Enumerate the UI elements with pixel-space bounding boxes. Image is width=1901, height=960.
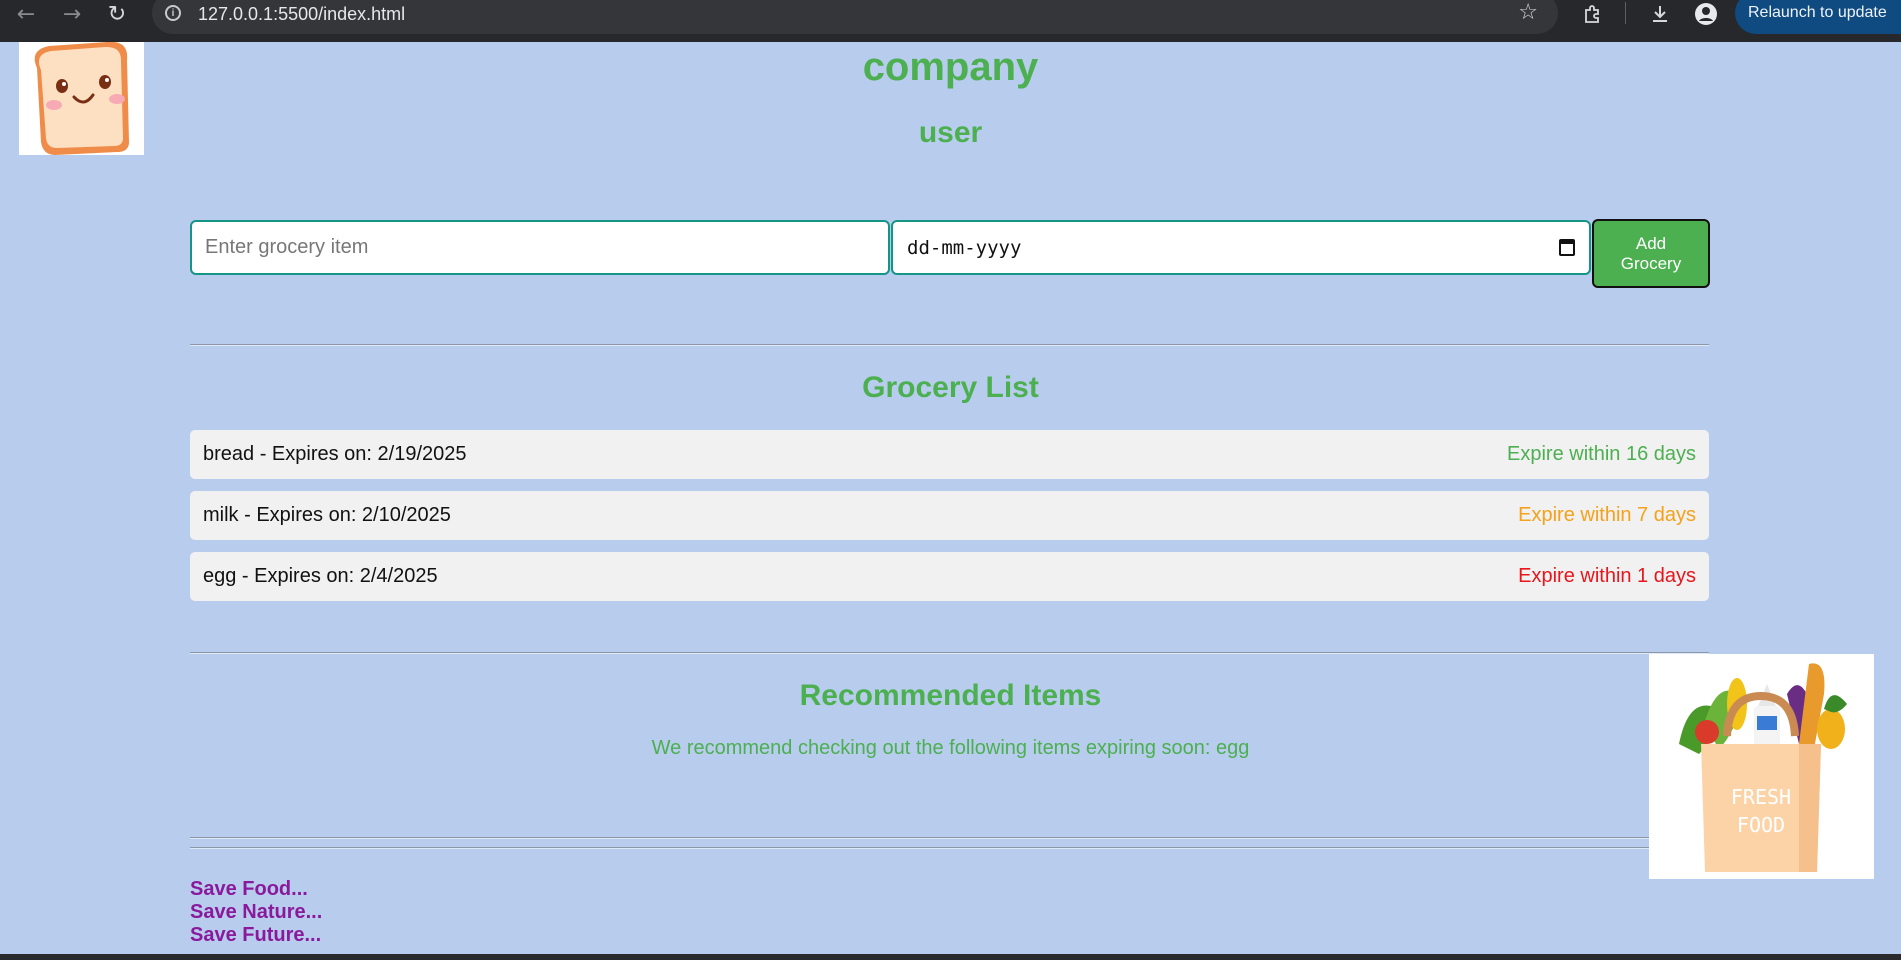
expiry-date-input[interactable]: dd-mm-yyyy (891, 220, 1591, 275)
date-placeholder: dd-mm-yyyy (907, 236, 1022, 259)
divider (190, 652, 1709, 654)
recommended-title: Recommended Items (799, 679, 1102, 712)
divider (190, 847, 1709, 849)
reload-icon[interactable]: ↻ (103, 0, 131, 28)
profile-icon[interactable] (1692, 0, 1720, 28)
grocery-row: bread - Expires on: 2/19/2025 Expire wit… (190, 430, 1709, 479)
bag-text-fresh: FRESH (1731, 785, 1791, 809)
user-name: user (918, 116, 983, 149)
grocery-item-input[interactable] (190, 220, 890, 275)
grocery-item-text: egg - Expires on: 2/4/2025 (203, 565, 438, 587)
url-text[interactable]: 127.0.0.1:5500/index.html (198, 4, 405, 25)
info-icon[interactable]: i (165, 5, 181, 21)
toolbar-divider (1625, 2, 1626, 24)
relaunch-button[interactable]: Relaunch to update ⋮ (1735, 0, 1901, 34)
recommended-text: We recommend checking out the following … (651, 737, 1250, 759)
relaunch-label: Relaunch to update (1748, 4, 1887, 21)
fresh-food-bag-icon: FRESH FOOD (1679, 663, 1847, 872)
download-icon[interactable] (1646, 0, 1674, 28)
forward-arrow-icon[interactable]: → (58, 0, 86, 28)
slogan-save-food: Save Food... (190, 878, 308, 900)
browser-toolbar: ← → ↻ i 127.0.0.1:5500/index.html ☆ Rela… (0, 0, 1901, 42)
expiry-status: Expire within 16 days (1507, 443, 1696, 465)
grocery-list-title: Grocery List (862, 371, 1039, 404)
add-button-line1: Add (1635, 233, 1667, 253)
grocery-list: bread - Expires on: 2/19/2025 Expire wit… (190, 430, 1709, 613)
divider (190, 837, 1709, 839)
expiry-status: Expire within 1 days (1518, 565, 1696, 587)
company-title: company (862, 45, 1039, 89)
slogans: Save Food... Save Nature... Save Future.… (190, 878, 322, 947)
grocery-row: milk - Expires on: 2/10/2025 Expire with… (190, 491, 1709, 540)
star-icon[interactable]: ☆ (1518, 0, 1538, 25)
bottom-edge (0, 954, 1901, 960)
fresh-food-bag-image: FRESH FOOD (1649, 654, 1874, 879)
grocery-row: egg - Expires on: 2/4/2025 Expire within… (190, 552, 1709, 601)
expiry-status: Expire within 7 days (1518, 504, 1696, 526)
add-grocery-button[interactable]: Add Grocery (1592, 219, 1710, 288)
extensions-icon[interactable] (1580, 0, 1606, 28)
address-bar[interactable]: i 127.0.0.1:5500/index.html ☆ (152, 0, 1558, 34)
slogan-save-future: Save Future... (190, 924, 322, 946)
slogan-save-nature: Save Nature... (190, 901, 323, 923)
back-arrow-icon[interactable]: ← (12, 0, 40, 28)
grocery-item-text: bread - Expires on: 2/19/2025 (203, 443, 467, 465)
add-button-line2: Grocery (1620, 253, 1682, 273)
calendar-icon[interactable] (1559, 239, 1575, 256)
divider (190, 344, 1709, 346)
grocery-item-text: milk - Expires on: 2/10/2025 (203, 504, 451, 526)
bag-text-food: FOOD (1737, 813, 1785, 837)
